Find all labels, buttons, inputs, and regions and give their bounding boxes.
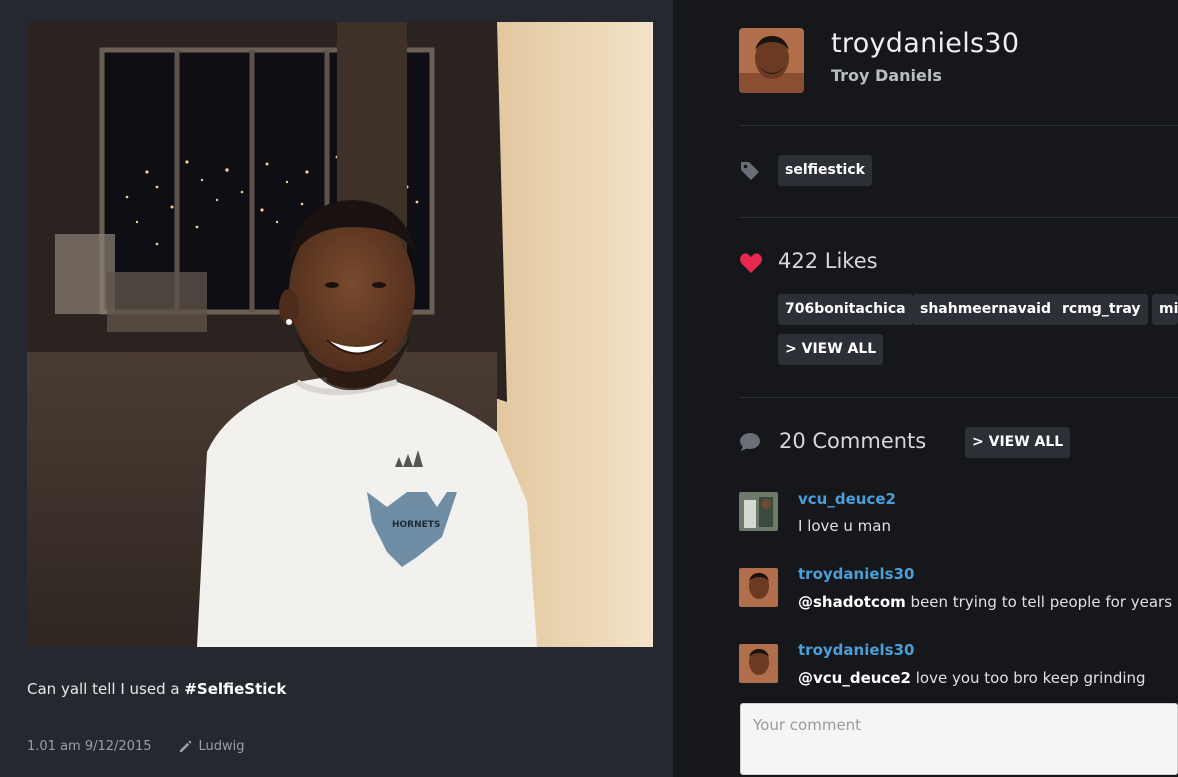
comment-username[interactable]: troydaniels30 [798,565,914,583]
comment-text: @shadotcom been trying to tell people fo… [798,593,1172,611]
tag-icon [739,160,761,182]
post-timestamp: 1.01 am 9/12/2015 [27,739,152,754]
post-caption: Can yall tell I used a #SelfieStick [27,680,286,698]
comment-username[interactable]: troydaniels30 [798,641,914,659]
heart-icon[interactable] [739,252,763,274]
profile-username[interactable]: troydaniels30 [831,28,1019,59]
filter-name: Ludwig [198,739,245,754]
likes-count[interactable]: 422 Likes [778,249,878,273]
caption-hashtag-link[interactable]: #SelfieStick [184,680,286,698]
post-card: HORNETS Can yall tell I used a #SelfieSt… [0,0,673,777]
comment-input[interactable] [741,704,1177,774]
post-photo[interactable]: HORNETS [27,22,653,647]
comment-mention-link[interactable]: @vcu_deuce2 [798,669,911,687]
pencil-icon [178,739,193,754]
post-meta: 1.01 am 9/12/2015 Ludwig [27,739,245,754]
liker-pill[interactable]: mi [1152,294,1178,325]
comment-body: been trying to tell people for years [905,593,1173,611]
comment-bubble-icon [739,432,761,452]
selfie-image: HORNETS [27,22,653,647]
comment-input-box [740,703,1178,775]
comment-username[interactable]: vcu_deuce2 [798,490,896,508]
comments-view-all-button[interactable]: > VIEW ALL [965,427,1071,458]
profile-avatar[interactable] [739,28,804,93]
caption-text: Can yall tell I used a [27,680,185,698]
comment-body: I love u man [798,517,891,535]
divider [739,397,1178,398]
svg-text:HORNETS: HORNETS [392,520,440,530]
divider [739,125,1178,126]
comment-mention-link[interactable]: @shadotcom [798,593,906,611]
comment-text: @vcu_deuce2 love you too bro keep grindi… [798,669,1146,687]
comment-avatar[interactable] [739,644,778,683]
profile-full-name: Troy Daniels [831,66,942,85]
comment-text: I love u man [798,517,891,535]
liker-pill[interactable]: 706bonitachica [778,294,913,325]
comment-avatar[interactable] [739,492,778,531]
comments-count: 20 Comments [779,429,927,453]
details-panel: troydaniels30 Troy Daniels selfiestick 4… [673,0,1178,777]
liker-pill[interactable]: rcmg_tray [1055,294,1148,325]
comment-avatar[interactable] [739,568,778,607]
divider [739,217,1178,218]
likes-view-all-button[interactable]: > VIEW ALL [778,334,884,365]
comment-body: love you too bro keep grinding [910,669,1146,687]
liker-pill[interactable]: shahmeernavaid [913,294,1059,325]
tag-pill-selfiestick[interactable]: selfiestick [778,155,872,186]
